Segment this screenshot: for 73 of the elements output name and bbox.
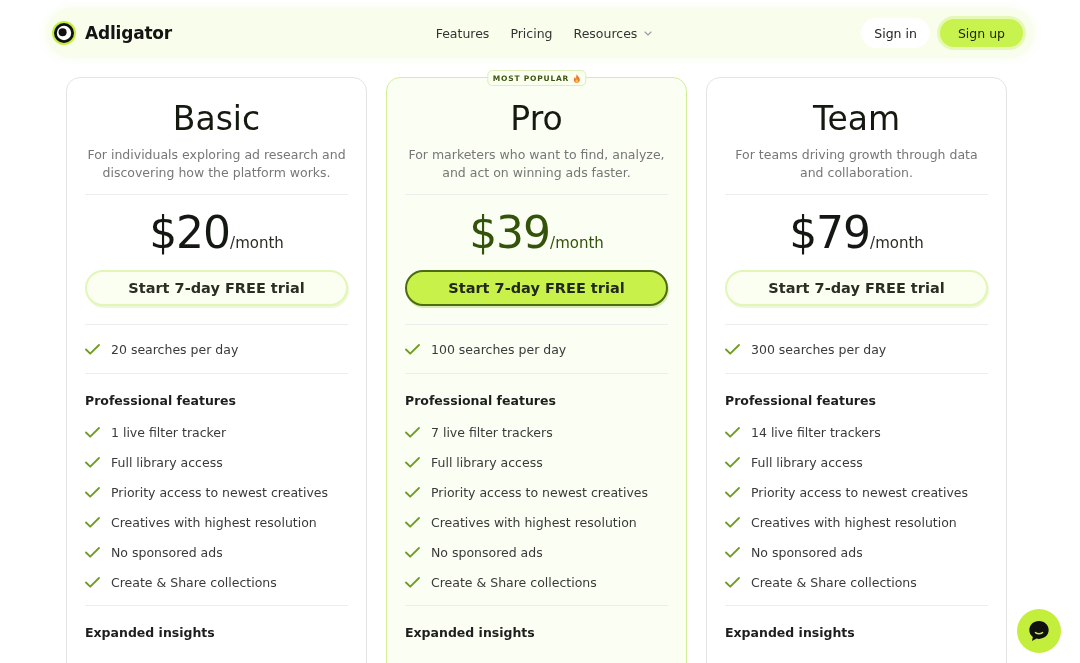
feature-text: 14 live filter trackers <box>751 424 881 440</box>
feature-text: 100 searches per day <box>431 341 567 357</box>
check-icon <box>85 576 100 588</box>
free-trial-button[interactable]: Start 7-day FREE trial <box>725 270 988 306</box>
nav-link[interactable]: Pricing <box>510 25 553 41</box>
sign-in-button[interactable]: Sign in <box>861 18 930 48</box>
check-icon <box>405 486 420 498</box>
section-heading: Expanded insights <box>85 624 216 642</box>
check-icon <box>85 516 100 528</box>
plan-price: $20 <box>149 207 231 259</box>
check-icon <box>85 343 100 355</box>
feature-text: Full library access <box>111 454 223 470</box>
feature-text: Priority access to newest creatives <box>431 484 649 500</box>
feature-text: 20 searches per day <box>111 341 239 357</box>
free-trial-button[interactable]: Start 7-day FREE trial <box>85 270 348 306</box>
section-heading: Expanded insights <box>725 624 856 642</box>
check-icon <box>725 426 740 438</box>
section-heading: Professional features <box>85 392 237 410</box>
plan-name: Team <box>811 99 902 139</box>
check-icon <box>725 456 740 468</box>
plan-description: For teams driving growth through data and collaboration. <box>734 146 979 182</box>
feature-text: Create & Share collections <box>111 574 277 590</box>
plan-price: $79 <box>789 207 871 259</box>
price-period: /month <box>230 234 284 252</box>
feature-text: Creatives with highest resolution <box>751 514 957 530</box>
price-period: /month <box>550 234 604 252</box>
section-heading: Professional features <box>405 392 557 410</box>
check-icon <box>85 486 100 498</box>
free-trial-button[interactable]: Start 7-day FREE trial <box>405 270 668 306</box>
check-icon <box>725 576 740 588</box>
nav-link[interactable]: Resources <box>573 25 653 41</box>
check-icon <box>405 343 420 355</box>
feature-text: No sponsored ads <box>111 544 223 560</box>
check-icon <box>405 516 420 528</box>
chat-button[interactable] <box>1017 609 1061 653</box>
feature-text: Creatives with highest resolution <box>111 514 317 530</box>
section-heading: Professional features <box>725 392 877 410</box>
feature-text: 7 live filter trackers <box>431 424 553 440</box>
check-icon <box>725 546 740 558</box>
check-icon <box>85 456 100 468</box>
eye-logo-icon <box>52 21 76 45</box>
check-icon <box>405 456 420 468</box>
plan-description: For marketers who want to find, analyze, and act on winning ads faster. <box>407 146 666 182</box>
section-heading: Expanded insights <box>405 624 536 642</box>
plan-description: For individuals exploring ad research and discovering how the platform works. <box>86 146 347 182</box>
plan-name: Basic <box>171 99 262 139</box>
check-icon <box>725 516 740 528</box>
price-period: /month <box>870 234 924 252</box>
brand-name: Adligator <box>85 23 172 43</box>
feature-text: 300 searches per day <box>751 341 887 357</box>
feature-text: Priority access to newest creatives <box>751 484 969 500</box>
check-icon <box>85 426 100 438</box>
check-icon <box>85 546 100 558</box>
sign-up-button[interactable]: Sign up <box>936 16 1026 50</box>
feature-text: Creatives with highest resolution <box>431 514 637 530</box>
feature-text: Create & Share collections <box>431 574 597 590</box>
plan-price: $39 <box>469 207 551 259</box>
check-icon <box>725 343 740 355</box>
feature-text: No sponsored ads <box>751 544 863 560</box>
plan-name: Pro <box>509 99 564 139</box>
check-icon <box>405 576 420 588</box>
feature-text: 1 live filter tracker <box>111 424 227 440</box>
check-icon <box>405 546 420 558</box>
check-icon <box>405 426 420 438</box>
feature-text: Create & Share collections <box>751 574 917 590</box>
feature-text: Full library access <box>751 454 863 470</box>
check-icon <box>725 486 740 498</box>
chat-bubble-icon <box>1028 620 1050 642</box>
feature-text: Full library access <box>431 454 543 470</box>
nav-link[interactable]: Features <box>435 25 490 41</box>
feature-text: Priority access to newest creatives <box>111 484 329 500</box>
flame-icon <box>573 73 581 83</box>
feature-text: No sponsored ads <box>431 544 543 560</box>
